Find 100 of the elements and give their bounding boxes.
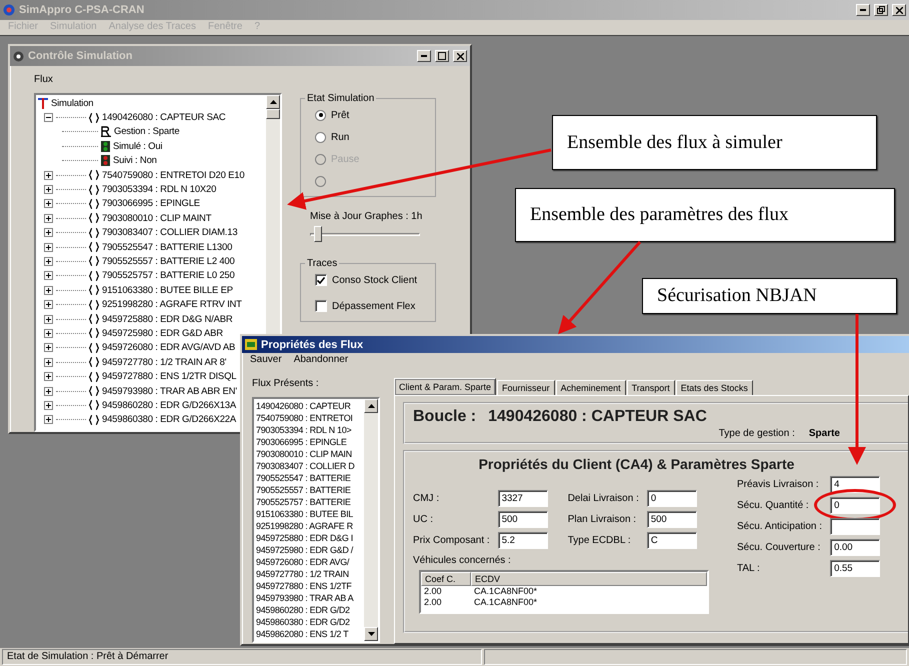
braces-icon xyxy=(89,213,99,224)
tree-item[interactable]: 9459725980 : EDR G&D ABR xyxy=(102,328,223,339)
input-field[interactable]: 0 xyxy=(830,497,880,514)
list-item[interactable]: 7903080010 : CLIP MAIN xyxy=(256,448,362,460)
close-button[interactable] xyxy=(892,4,906,16)
list-item[interactable]: 9151063380 : BUTEE BIL xyxy=(256,508,362,520)
menu-item[interactable]: Sauver xyxy=(250,354,282,367)
list-item[interactable]: 7903066995 : EPINGLE xyxy=(256,436,362,448)
collapse-icon[interactable] xyxy=(44,113,53,122)
tree-item[interactable]: Simulé : Oui xyxy=(113,140,162,152)
tree-item[interactable]: 7540759080 : ENTRETOI D20 E10 xyxy=(102,170,244,181)
close-button[interactable] xyxy=(453,50,467,62)
minimize-button[interactable] xyxy=(417,50,431,62)
expand-icon[interactable] xyxy=(44,185,53,194)
tree-item[interactable]: 7905525757 : BATTERIE L0 250 xyxy=(102,270,235,282)
column-header[interactable]: ECDV xyxy=(471,572,707,586)
list-item[interactable]: 9459862080 : ENS 1/2 T xyxy=(256,628,362,640)
radio-button[interactable] xyxy=(315,110,326,120)
field-label: Sécu. Anticipation : xyxy=(737,521,822,532)
input-field[interactable] xyxy=(830,518,880,535)
list-item[interactable]: 9459860380 : EDR G/D2 xyxy=(256,616,362,628)
input-field[interactable]: 500 xyxy=(498,511,548,528)
expand-icon[interactable] xyxy=(44,386,53,396)
expand-icon[interactable] xyxy=(44,256,53,266)
expand-icon[interactable] xyxy=(44,372,53,382)
list-item[interactable]: 7905525547 : BATTERIE xyxy=(256,472,362,484)
tree-item[interactable]: Gestion : Sparte xyxy=(114,126,180,138)
expand-icon[interactable] xyxy=(44,228,53,238)
expand-icon[interactable] xyxy=(44,415,53,424)
scrollbar[interactable] xyxy=(364,399,378,641)
tab[interactable]: Fournisseur xyxy=(497,380,555,395)
expand-icon[interactable] xyxy=(44,199,53,208)
minimize-button[interactable] xyxy=(856,4,870,16)
list-item[interactable]: 7905525757 : BATTERIE xyxy=(256,496,362,508)
tab[interactable]: Transport xyxy=(626,380,675,395)
tree-item[interactable]: 9459727880 : ENS 1/2TR DISQL xyxy=(102,371,236,382)
input-field[interactable]: 5.2 xyxy=(498,532,548,549)
tree-item[interactable]: 9151063380 : BUTEE BILLE EP xyxy=(102,284,233,296)
tree-item[interactable]: 9459860380 : EDR G/D266X22A xyxy=(102,414,236,426)
list-item[interactable]: 7903053394 : RDL N 10> xyxy=(256,424,362,436)
tree-item[interactable]: 9251998280 : AGRAFE RTRV INT xyxy=(102,299,242,310)
menu-item[interactable]: Abandonner xyxy=(294,354,348,367)
tree-item[interactable]: 7905525547 : BATTERIE L1300 xyxy=(102,242,232,253)
restore-button[interactable] xyxy=(874,4,888,16)
checkbox[interactable] xyxy=(315,274,327,286)
tree-item[interactable]: 7903080010 : CLIP MAINT xyxy=(102,212,212,224)
input-field[interactable]: 3327 xyxy=(498,490,548,507)
maximize-button[interactable] xyxy=(435,50,449,62)
list-item[interactable]: 7905525557 : BATTERIE xyxy=(256,484,362,496)
tab[interactable]: Etats des Stocks xyxy=(676,380,753,395)
input-field[interactable]: 0.00 xyxy=(830,539,880,556)
input-field[interactable]: 500 xyxy=(646,511,697,528)
tree-item[interactable]: 9459860280 : EDR G/D266X13A xyxy=(102,400,236,411)
list-item[interactable]: 9459860280 : EDR G/D2 xyxy=(256,604,362,616)
tree-item[interactable]: 1490426080 : CAPTEUR SAC xyxy=(102,112,226,124)
list-item[interactable]: 9251998280 : AGRAFE R xyxy=(256,520,362,532)
expand-icon[interactable] xyxy=(44,214,53,223)
list-item[interactable]: 9459727780 : 1/2 TRAIN xyxy=(256,568,362,580)
list-item[interactable]: 9459726080 : EDR AVG/ xyxy=(256,556,362,568)
input-field[interactable]: 0 xyxy=(646,490,697,507)
tree-item[interactable]: 9459793980 : TRAR AB ABR EN' xyxy=(102,386,237,396)
expand-icon[interactable] xyxy=(44,328,53,338)
column-header[interactable]: Coef C. xyxy=(421,572,471,586)
slider-thumb[interactable] xyxy=(314,226,322,242)
tree-item[interactable]: 7903083407 : COLLIER DIAM.13 xyxy=(102,227,238,238)
list-item[interactable]: 1490426080 : CAPTEUR xyxy=(256,400,362,412)
expand-icon[interactable] xyxy=(44,300,53,310)
expand-icon[interactable] xyxy=(44,286,53,295)
expand-icon[interactable] xyxy=(44,170,53,180)
tree-item[interactable]: Simulation xyxy=(51,98,94,109)
tree-item[interactable]: 7903053394 : RDL N 10X20 xyxy=(102,184,216,196)
checkbox[interactable] xyxy=(315,300,327,312)
tree-item[interactable]: 9459725880 : EDR D&G N/ABR xyxy=(102,314,233,325)
braces-icon xyxy=(89,170,99,180)
expand-icon[interactable] xyxy=(44,343,53,352)
expand-icon[interactable] xyxy=(44,271,53,280)
list-item[interactable]: 9459727880 : ENS 1/2TF xyxy=(256,580,362,592)
expand-icon[interactable] xyxy=(44,314,53,324)
tree-item[interactable]: 7903066995 : EPINGLE xyxy=(102,198,200,210)
list-item[interactable]: 9459793980 : TRAR AB A xyxy=(256,592,362,604)
tree-item[interactable]: 9459726080 : EDR AVG/AVD AB xyxy=(102,342,236,354)
tree-item[interactable]: Suivi : Non xyxy=(113,155,157,166)
tree-item[interactable]: 7905525557 : BATTERIE L2 400 xyxy=(102,256,235,267)
radio-button[interactable] xyxy=(315,132,326,142)
expand-icon[interactable] xyxy=(44,400,53,410)
expand-icon[interactable] xyxy=(44,358,53,367)
expand-icon[interactable] xyxy=(44,242,53,252)
tab[interactable]: Client & Param. Sparte xyxy=(394,378,496,395)
list-item[interactable]: 9459725980 : EDR G&D / xyxy=(256,544,362,556)
input-field[interactable]: C xyxy=(646,532,697,549)
list-item[interactable]: 9459725880 : EDR D&G I xyxy=(256,532,362,544)
tab[interactable]: Acheminement xyxy=(556,380,626,395)
list-item[interactable]: 7903083407 : COLLIER D xyxy=(256,460,362,472)
braces-icon xyxy=(89,256,99,266)
status-text: Etat de Simulation : Prêt à Démarrer xyxy=(2,649,482,665)
list-item[interactable]: 7540759080 : ENTRETOI xyxy=(256,412,362,424)
scroll-thumb[interactable] xyxy=(266,109,280,119)
field-label: Type ECDBL : xyxy=(568,535,632,546)
input-field[interactable]: 0.55 xyxy=(830,560,880,577)
tree-item[interactable]: 9459727780 : 1/2 TRAIN AR 8' xyxy=(102,356,226,368)
